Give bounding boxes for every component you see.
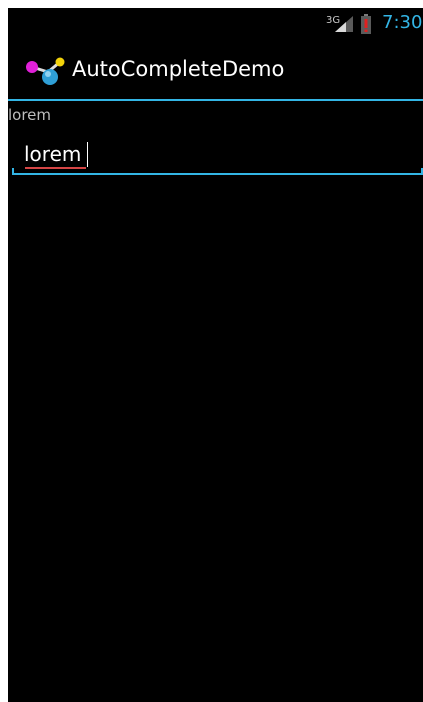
clock: 7:30 <box>382 12 423 33</box>
action-bar: AutoCompleteDemo <box>8 40 423 99</box>
phone-screen: 3G 7:30 AutoCompleteDemo lorem lorem <box>8 8 423 702</box>
autocomplete-input[interactable]: lorem <box>12 132 423 176</box>
action-bar-divider <box>8 99 423 101</box>
signal-icon <box>335 16 353 32</box>
spellcheck-underline <box>25 167 86 169</box>
status-bar: 3G 7:30 <box>8 8 423 40</box>
input-border-bottom <box>12 173 423 175</box>
battery-low-icon <box>361 14 371 34</box>
selection-label: lorem <box>8 106 52 124</box>
text-cursor <box>87 142 88 167</box>
app-title: AutoCompleteDemo <box>72 57 285 81</box>
autocomplete-input-value[interactable]: lorem <box>24 142 81 166</box>
app-molecule-icon[interactable] <box>22 52 72 92</box>
